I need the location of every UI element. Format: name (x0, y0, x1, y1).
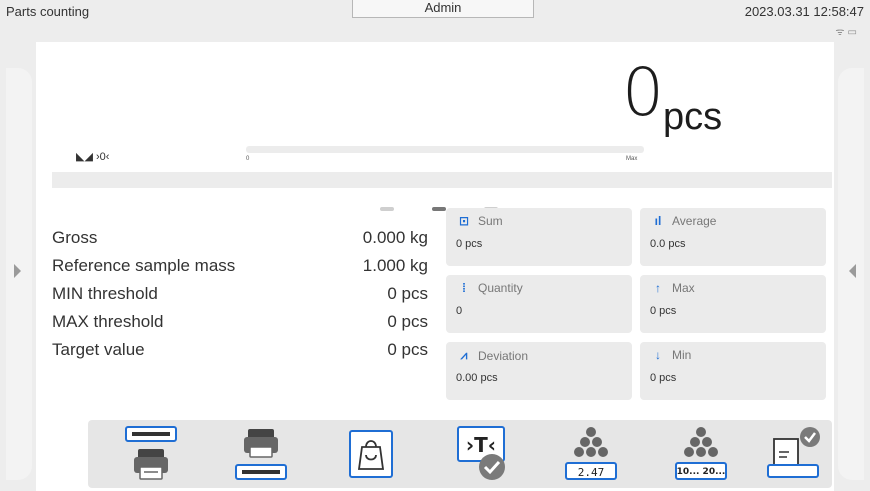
header-printout-button[interactable] (116, 424, 186, 484)
parameter-list: Gross 0.000 kg Reference sample mass 1.0… (52, 228, 428, 368)
arrow-down-icon: ↓ (655, 348, 661, 362)
status-icons: ᯤ▭ (835, 24, 860, 38)
tile-deviation[interactable]: ⩘ Deviation 0.00 pcs (446, 342, 632, 400)
tile-min[interactable]: ↓ Min 0 pcs (640, 342, 826, 400)
param-row-reference-mass: Reference sample mass 1.000 kg (52, 256, 428, 284)
param-row-target-value: Target value 0 pcs (52, 340, 428, 368)
param-value: 1.000 kg (362, 256, 428, 275)
arrow-right-icon (14, 264, 21, 278)
sample-quantity-button[interactable]: 10... 20... (666, 424, 736, 484)
top-bar: Parts counting Admin 2023.03.31 12:58:47… (0, 0, 870, 53)
param-label: Target value (52, 340, 145, 359)
svg-text:›T‹: ›T‹ (466, 433, 496, 457)
param-value: 0 pcs (387, 340, 428, 359)
working-mode-label[interactable]: Parts counting (6, 4, 89, 19)
arrow-left-icon (849, 264, 856, 278)
bargraph-min-label: 0 (246, 156, 250, 162)
tile-sum[interactable]: ⊡ Sum 0 pcs (446, 208, 632, 266)
shopping-bag-icon (349, 430, 393, 478)
tare-confirm-button[interactable]: ›T‹ (446, 424, 516, 484)
tile-value: 0.0 pcs (650, 238, 686, 250)
info-strip (52, 172, 832, 188)
param-row-min-threshold: MIN threshold 0 pcs (52, 284, 428, 312)
left-side-menu-handle[interactable] (6, 68, 32, 480)
user-tab[interactable]: Admin (352, 0, 534, 18)
main-panel: 0 pcs ◣◢ ›0‹ 0 Max Gross 0.000 kg Refere… (36, 42, 834, 491)
apw-button[interactable]: 2.47 (556, 424, 626, 484)
tile-max[interactable]: ↑ Max 0 pcs (640, 275, 826, 333)
param-value: 0.000 kg (362, 228, 428, 247)
tile-title: Average (672, 214, 717, 228)
weighing-unit[interactable]: pcs (663, 98, 722, 136)
tile-value: 0 pcs (456, 238, 483, 250)
bar-chart-icon: ıl (654, 214, 662, 228)
computer-icon: ▭ (847, 27, 860, 38)
tile-title: Deviation (478, 348, 529, 363)
tile-value: 0 pcs (650, 305, 677, 317)
bargraph-max-label: Max (626, 156, 638, 162)
quantity-icon: ⁞ (462, 281, 466, 295)
tile-quantity[interactable]: ⁞ Quantity 0 (446, 275, 632, 333)
weighing-result: 0 (622, 54, 664, 131)
tile-value: 0 pcs (650, 372, 677, 384)
tile-title: Quantity (478, 281, 523, 295)
param-label: Reference sample mass (52, 256, 236, 275)
tile-title: Max (672, 281, 695, 295)
tile-value: 0.00 pcs (456, 372, 498, 384)
footer-printout-button[interactable] (226, 424, 296, 484)
param-label: Gross (52, 228, 98, 247)
right-side-menu-handle[interactable] (838, 68, 864, 480)
param-label: MIN threshold (52, 284, 158, 303)
printer-header-icon (125, 426, 177, 480)
product-box-icon (767, 427, 820, 478)
arrow-up-icon: ↑ (655, 281, 661, 295)
apw-label: 2.47 (577, 466, 605, 479)
pager-dot[interactable] (380, 207, 394, 211)
wifi-icon: ᯤ (835, 27, 848, 38)
scale-sum-icon: ⊡ (458, 214, 470, 228)
param-value: 0 pcs (387, 312, 428, 331)
tile-average[interactable]: ıl Average 0.0 pcs (640, 208, 826, 266)
param-row-max-threshold: MAX threshold 0 pcs (52, 312, 428, 340)
tare-bag-button[interactable] (336, 424, 406, 484)
sample-label: 10... 20... (676, 467, 726, 477)
param-label: MAX threshold (52, 312, 164, 331)
product-database-button[interactable] (758, 424, 828, 484)
printer-footer-icon (235, 429, 287, 480)
stability-zero-indicators: ◣◢ ›0‹ (76, 151, 110, 163)
param-value: 0 pcs (387, 284, 428, 303)
param-row-gross: Gross 0.000 kg (52, 228, 428, 256)
pager-dot-active[interactable] (432, 207, 446, 211)
tile-title: Sum (478, 214, 503, 228)
tile-title: Min (672, 348, 692, 362)
weighing-bargraph (246, 146, 644, 153)
tare-icon: ›T‹ (457, 426, 505, 480)
line-chart-icon: ⩘ (460, 348, 468, 362)
tile-value: 0 (456, 305, 463, 317)
datetime: 2023.03.31 12:58:47 (744, 4, 864, 19)
quick-access-toolbar: ›T‹ 2.47 10... 20... (88, 420, 832, 488)
